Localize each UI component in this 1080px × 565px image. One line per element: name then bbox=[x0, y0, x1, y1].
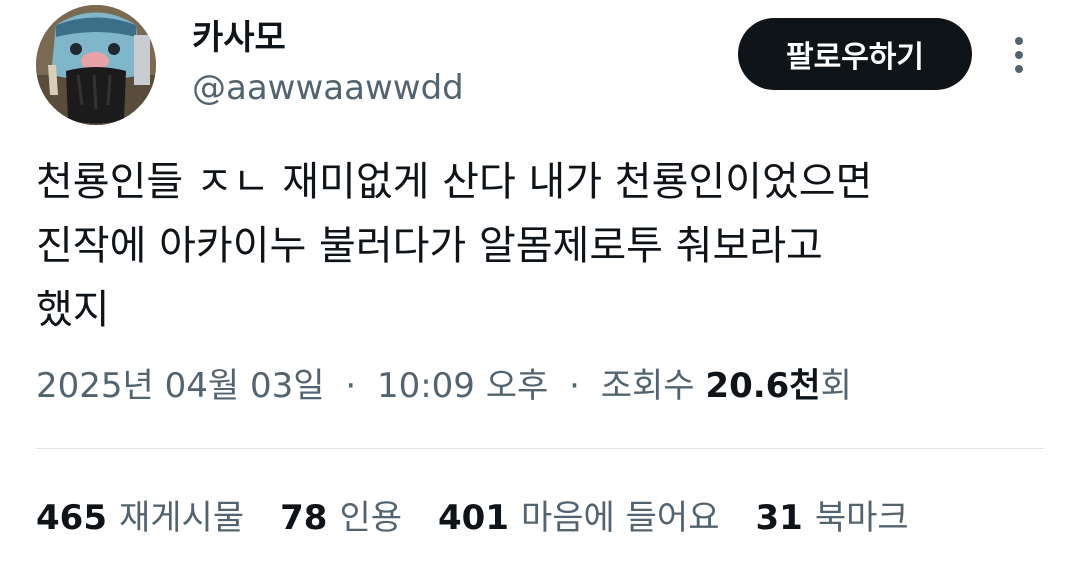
avatar-image bbox=[36, 5, 156, 125]
meta-separator: · bbox=[569, 366, 580, 406]
more-dot bbox=[1015, 37, 1023, 45]
bookmarks-label: 북마크 bbox=[814, 498, 909, 538]
follow-button[interactable]: 팔로우하기 bbox=[738, 18, 972, 90]
tweet-meta: 2025년 04월 03일 · 10:09 오후 · 조회수 20.6천회 bbox=[36, 362, 852, 410]
tweet-time[interactable]: 10:09 오후 bbox=[377, 366, 548, 406]
tweet-text: 천룡인들 ㅈㄴ 재미없게 산다 내가 천룡인이었으면 진작에 아카이누 불러다가… bbox=[36, 150, 1046, 342]
more-dot bbox=[1015, 51, 1023, 59]
meta-separator: · bbox=[345, 366, 357, 406]
quotes-label: 인용 bbox=[339, 498, 402, 538]
bookmarks-count: 31 bbox=[755, 498, 803, 538]
tweet-date[interactable]: 2025년 04월 03일 bbox=[36, 366, 325, 406]
views-count: 20.6천 bbox=[705, 366, 821, 406]
likes-count: 401 bbox=[438, 498, 509, 538]
reposts-stat[interactable]: 465 재게시물 bbox=[36, 494, 244, 542]
tweet-text-line: 했지 bbox=[36, 287, 110, 333]
quotes-count: 78 bbox=[280, 498, 328, 538]
reposts-count: 465 bbox=[36, 498, 107, 538]
tweet-text-line: 진작에 아카이누 불러다가 알몸제로투 춰보라고 bbox=[36, 223, 823, 269]
views-suffix: 회 bbox=[820, 366, 852, 406]
likes-stat[interactable]: 401 마음에 들어요 bbox=[438, 494, 719, 542]
views-label: 조회수 bbox=[600, 366, 695, 406]
bookmarks-stat[interactable]: 31 북마크 bbox=[755, 494, 908, 542]
avatar[interactable] bbox=[36, 5, 156, 125]
more-vertical-icon[interactable] bbox=[1004, 30, 1034, 80]
more-dot bbox=[1015, 65, 1023, 73]
engagement-stats: 465 재게시물 78 인용 401 마음에 들어요 31 북마크 bbox=[36, 494, 945, 542]
divider bbox=[36, 448, 1044, 449]
reposts-label: 재게시물 bbox=[118, 498, 245, 538]
quotes-stat[interactable]: 78 인용 bbox=[280, 494, 402, 542]
display-name[interactable]: 카사모 bbox=[192, 16, 286, 60]
user-handle[interactable]: @aawwaawwdd bbox=[192, 66, 464, 110]
tweet-text-line: 천룡인들 ㅈㄴ 재미없게 산다 내가 천룡인이었으면 bbox=[36, 159, 873, 205]
likes-label: 마음에 들어요 bbox=[520, 498, 720, 538]
